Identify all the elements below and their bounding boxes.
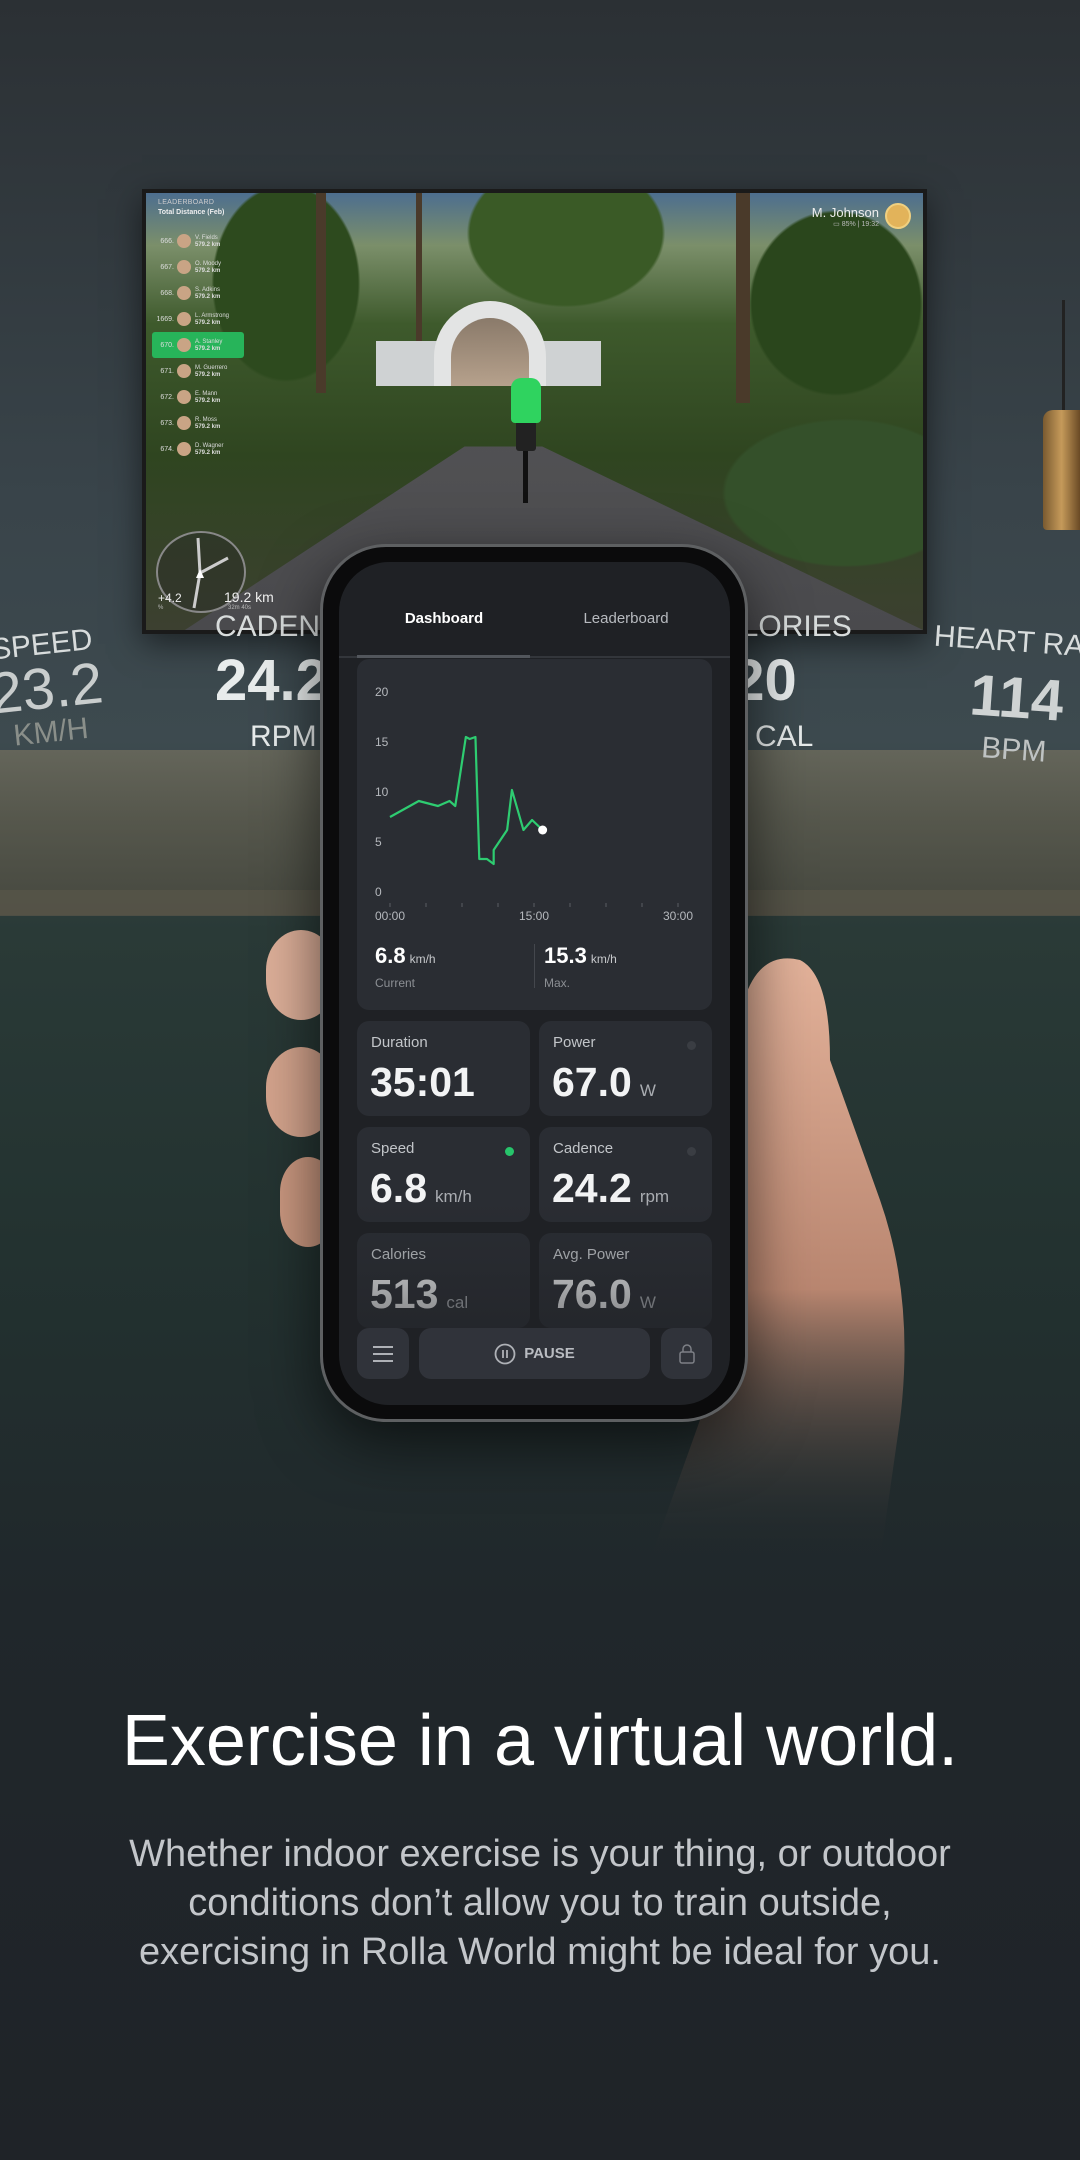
y-tick-label: 0	[375, 885, 382, 899]
status-indicator	[687, 1147, 696, 1156]
description-line: Whether indoor exercise is your thing, o…	[129, 1833, 951, 1875]
lock-button[interactable]	[661, 1328, 712, 1379]
metric-number: 24.2	[552, 1165, 632, 1211]
x-tick-label: 15:00	[519, 909, 549, 923]
current-point-marker	[538, 825, 548, 835]
metric-label: Avg. Power	[553, 1246, 630, 1263]
metric-tile-avg-power[interactable]: Avg. Power 76.0 W	[539, 1233, 712, 1328]
current-speed-label: Current	[375, 976, 416, 990]
hamburger-icon	[373, 1345, 393, 1362]
metric-label: Duration	[371, 1034, 428, 1051]
metric-unit: km/h	[435, 1187, 472, 1206]
metric-tile-power[interactable]: Power 67.0 W	[539, 1021, 712, 1116]
tab-dashboard[interactable]: Dashboard	[405, 610, 483, 627]
description-line: exercising in Rolla World might be ideal…	[139, 1931, 941, 1973]
metric-number: 35:01	[370, 1059, 475, 1105]
max-speed-value: 15.3	[544, 943, 587, 968]
metric-tile-duration[interactable]: Duration 35:01	[357, 1021, 530, 1116]
status-indicator	[505, 1147, 514, 1156]
max-speed: 15.3 km/h	[544, 943, 617, 969]
metric-value: 6.8 km/h	[370, 1165, 472, 1212]
y-tick-label: 15	[375, 735, 389, 749]
current-speed-value: 6.8	[375, 943, 406, 968]
metric-number: 67.0	[552, 1059, 632, 1105]
y-tick-label: 20	[375, 685, 389, 699]
description: Whether indoor exercise is your thing, o…	[60, 1830, 1020, 1977]
current-speed: 6.8 km/h	[375, 943, 436, 969]
status-indicator	[687, 1041, 696, 1050]
max-speed-unit: km/h	[590, 952, 617, 966]
x-tick-label: 30:00	[663, 909, 693, 923]
current-speed-unit: km/h	[409, 952, 436, 966]
metric-value: 76.0 W	[552, 1271, 656, 1318]
metric-value: 67.0 W	[552, 1059, 656, 1106]
metric-unit: W	[639, 1293, 656, 1312]
y-tick-label: 5	[375, 835, 382, 849]
speed-line	[389, 735, 544, 866]
metric-unit: rpm	[639, 1187, 670, 1206]
metric-number: 513	[370, 1271, 439, 1317]
pause-label: PAUSE	[524, 1345, 575, 1362]
metric-label: Speed	[371, 1140, 415, 1157]
metric-tile-cadence[interactable]: Cadence 24.2 rpm	[539, 1127, 712, 1222]
metric-number: 76.0	[552, 1271, 632, 1317]
metric-unit: cal	[446, 1293, 469, 1312]
description-line: conditions don’t allow you to train outs…	[188, 1882, 892, 1924]
metric-label: Power	[553, 1034, 596, 1051]
metric-label: Cadence	[553, 1140, 614, 1157]
headline: Exercise in a virtual world.	[121, 1701, 959, 1781]
divider	[534, 944, 535, 988]
pause-button[interactable]: PAUSE	[419, 1328, 650, 1379]
x-tick-label: 00:00	[375, 909, 405, 923]
pause-icon	[494, 1343, 516, 1364]
active-tab-indicator	[357, 655, 530, 658]
metric-value: 24.2 rpm	[552, 1165, 669, 1212]
phone-screen: Dashboard Leaderboard 0 5 10 15 20 00:00 15:00…	[339, 562, 730, 1405]
metric-unit: W	[639, 1081, 656, 1100]
metric-label: Calories	[371, 1246, 427, 1263]
menu-button[interactable]	[357, 1328, 409, 1379]
metric-tile-calories[interactable]: Calories 513 cal	[357, 1233, 530, 1328]
metric-number: 6.8	[370, 1165, 427, 1211]
metric-tile-speed[interactable]: Speed 6.8 km/h	[357, 1127, 530, 1222]
metric-value: 35:01	[370, 1059, 483, 1106]
metric-value: 513 cal	[370, 1271, 468, 1318]
tab-leaderboard[interactable]: Leaderboard	[583, 610, 668, 627]
max-speed-label: Max.	[544, 976, 571, 990]
lock-icon	[678, 1343, 695, 1364]
y-tick-label: 10	[375, 785, 389, 799]
